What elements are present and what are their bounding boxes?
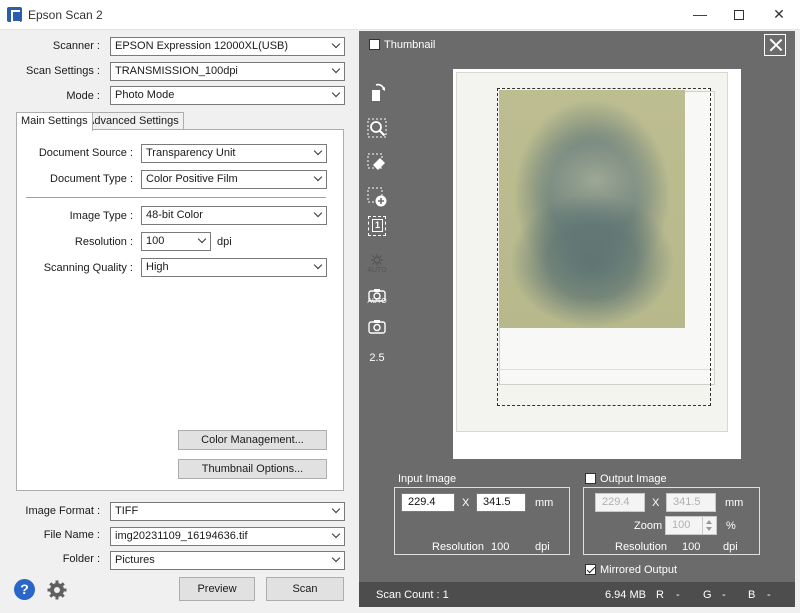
chevron-down-icon <box>314 262 322 270</box>
input-resolution-unit: dpi <box>535 541 550 553</box>
window-title: Epson Scan 2 <box>28 8 103 22</box>
output-resolution-unit: dpi <box>723 541 738 553</box>
zoom-level-label: 2.5 <box>369 352 385 364</box>
chevron-down-icon <box>332 66 340 74</box>
input-unit-label: mm <box>535 497 554 509</box>
thumbnail-checkbox[interactable] <box>369 39 380 50</box>
tab-advanced-settings[interactable]: Advanced Settings <box>82 112 184 130</box>
chevron-down-icon <box>314 148 322 156</box>
preview-area[interactable] <box>453 69 741 459</box>
output-x-label: X <box>652 497 660 509</box>
auto-exposure-label: AUTO <box>367 267 387 274</box>
input-image-title: Input Image <box>398 473 457 485</box>
thumbnail-label: Thumbnail <box>384 39 436 51</box>
file-name-select[interactable]: img20231109_16194636.tif <box>110 527 345 546</box>
add-marquee-icon[interactable] <box>367 187 387 207</box>
scan-button[interactable]: Scan <box>266 577 344 601</box>
blue-label: B <box>748 589 756 601</box>
green-label: G <box>703 589 712 601</box>
output-zoom-label: Zoom <box>634 520 663 532</box>
scanner-select[interactable]: EPSON Expression 12000XL(USB) <box>110 37 345 56</box>
output-height-field[interactable]: 341.5 <box>666 493 716 512</box>
file-name-label: File Name : <box>43 529 100 541</box>
chevron-down-icon <box>332 506 340 514</box>
output-resolution-value: 100 <box>682 541 701 553</box>
mode-label: Mode : <box>66 90 100 102</box>
document-source-select[interactable]: Transparency Unit <box>141 144 327 163</box>
image-type-label: Image Type : <box>69 210 133 222</box>
output-width-field[interactable]: 229.4 <box>595 493 645 512</box>
epson-app-icon <box>7 7 22 23</box>
red-label: R <box>656 589 664 601</box>
main-settings-panel: Document Source : Transparency Unit Docu… <box>16 129 344 491</box>
color-management-button[interactable]: Color Management... <box>178 430 327 450</box>
input-resolution-value: 100 <box>491 541 510 553</box>
close-preview-icon[interactable] <box>764 34 786 56</box>
camera-reset-icon[interactable] <box>367 317 387 337</box>
output-image-checkbox[interactable] <box>585 473 596 484</box>
title-bar: Epson Scan 2 — ✕ <box>0 0 800 30</box>
mirrored-output-label: Mirrored Output <box>600 564 678 576</box>
scan-settings-select[interactable]: TRANSMISSION_100dpi <box>110 62 345 81</box>
input-resolution-label: Resolution <box>432 541 484 553</box>
resolution-label: Resolution : <box>74 236 133 248</box>
rotate-icon[interactable] <box>367 83 387 103</box>
document-type-label: Document Type : <box>50 173 133 185</box>
zoom-spinner[interactable] <box>703 516 717 535</box>
mode-select[interactable]: Photo Mode <box>110 86 345 105</box>
scanner-label: Scanner : <box>52 40 100 52</box>
folder-label: Folder : <box>62 553 100 565</box>
output-zoom-unit: % <box>726 520 736 532</box>
eraser-icon[interactable] <box>367 153 387 173</box>
scanning-quality-select[interactable]: High <box>141 258 327 277</box>
output-resolution-label: Resolution <box>615 541 667 553</box>
divider <box>26 197 326 198</box>
auto-camera-label: AUTO <box>367 298 387 305</box>
input-height-field[interactable]: 341.5 <box>476 493 526 512</box>
output-zoom-field[interactable]: 100 <box>665 516 703 535</box>
thumbnail-options-button[interactable]: Thumbnail Options... <box>178 459 327 479</box>
status-bar: Scan Count : 1 6.94 MB R - G - B - <box>359 582 795 607</box>
chevron-down-icon <box>332 41 340 49</box>
minimize-button[interactable]: — <box>680 0 720 29</box>
resolution-select[interactable]: 100 <box>141 232 211 251</box>
green-value: - <box>722 589 726 601</box>
input-x-label: X <box>462 497 470 509</box>
chevron-down-icon <box>332 531 340 539</box>
auto-exposure-icon[interactable] <box>367 253 387 267</box>
document-type-select[interactable]: Color Positive Film <box>141 170 327 189</box>
thumbnail-pane: Thumbnail 1 AUTO AUTO 2.5 Input Image 22… <box>359 31 795 607</box>
image-type-select[interactable]: 48-bit Color <box>141 206 327 225</box>
blue-value: - <box>767 589 771 601</box>
file-size: 6.94 MB <box>605 589 646 601</box>
chevron-down-icon <box>332 90 340 98</box>
help-icon[interactable]: ? <box>14 579 35 600</box>
zoom-icon[interactable] <box>367 118 387 138</box>
folder-select[interactable]: Pictures <box>110 551 345 570</box>
chevron-down-icon <box>314 174 322 182</box>
mirrored-output-checkbox[interactable] <box>585 564 596 575</box>
selection-marquee[interactable] <box>497 88 711 406</box>
output-image-title: Output Image <box>600 473 667 485</box>
image-format-label: Image Format : <box>25 505 100 517</box>
scan-count: Scan Count : 1 <box>376 589 449 601</box>
gear-icon[interactable] <box>46 579 68 601</box>
red-value: - <box>676 589 680 601</box>
maximize-button[interactable] <box>719 0 759 29</box>
document-source-label: Document Source : <box>38 147 133 159</box>
chevron-down-icon <box>198 236 206 244</box>
image-format-select[interactable]: TIFF <box>110 502 345 521</box>
tab-main-settings[interactable]: Main Settings <box>16 112 93 131</box>
resolution-unit: dpi <box>217 236 232 248</box>
preview-button[interactable]: Preview <box>179 577 255 601</box>
chevron-down-icon <box>332 555 340 563</box>
output-unit-label: mm <box>725 497 744 509</box>
input-width-field[interactable]: 229.4 <box>401 493 455 512</box>
scan-settings-label: Scan Settings : <box>26 65 100 77</box>
window-close-button[interactable]: ✕ <box>759 0 799 29</box>
scanning-quality-label: Scanning Quality : <box>43 262 133 274</box>
chevron-down-icon <box>314 210 322 218</box>
page-number-icon[interactable]: 1 <box>367 216 387 236</box>
